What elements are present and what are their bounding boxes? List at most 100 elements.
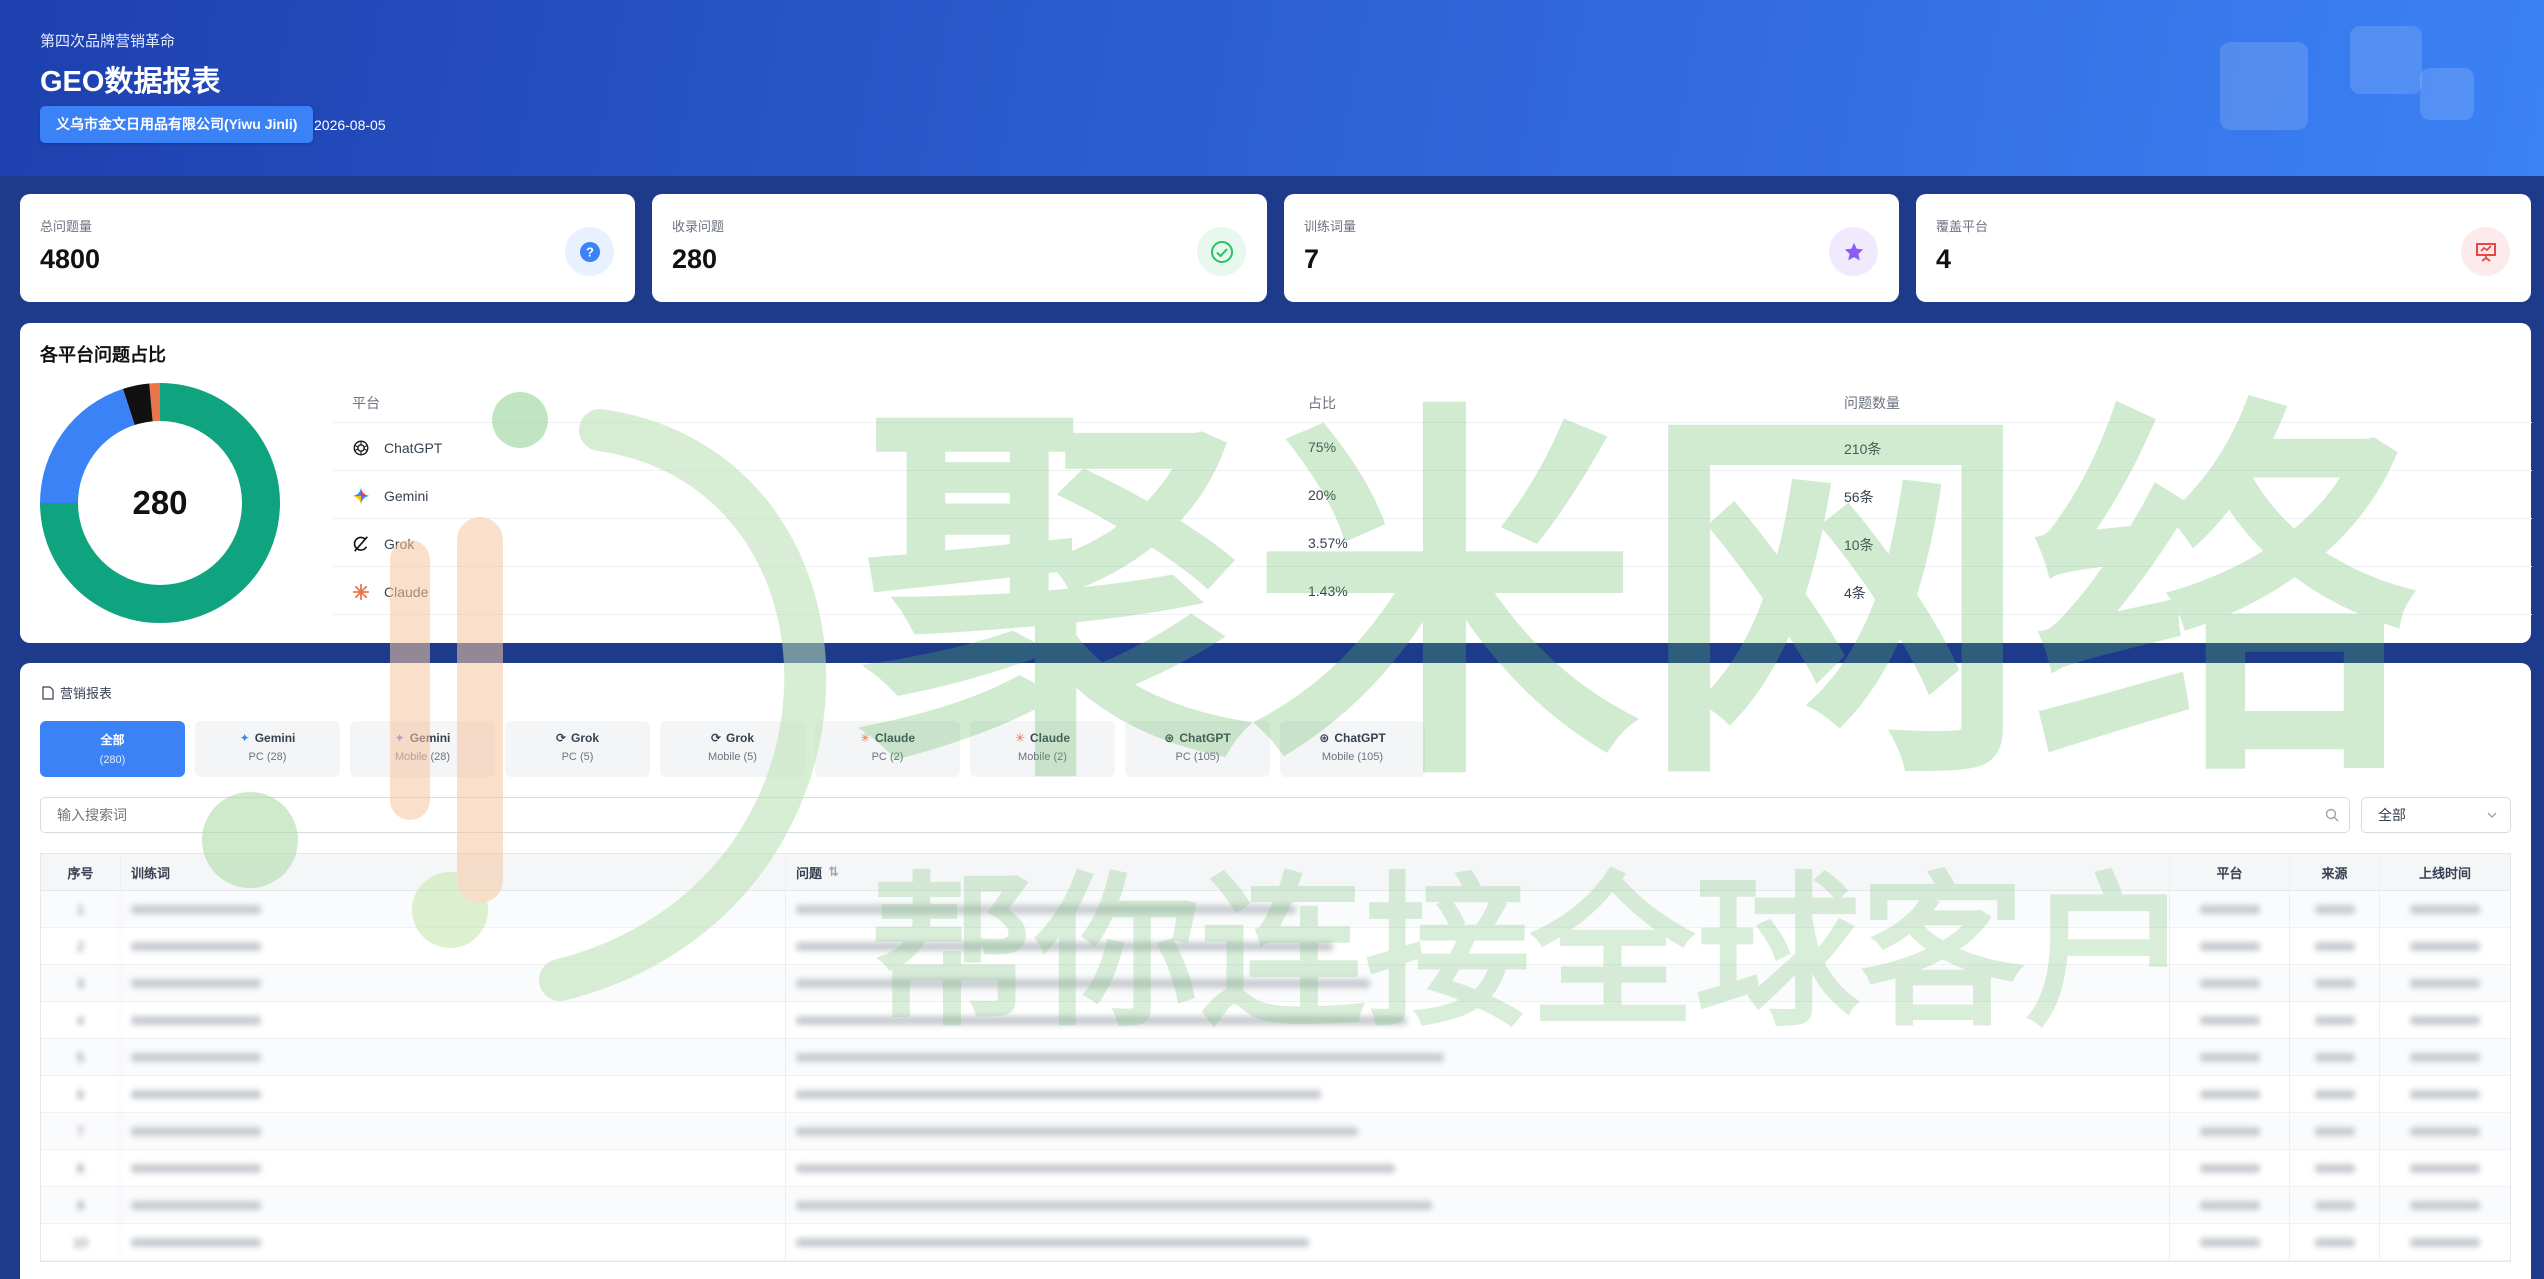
section-title: 各平台问题占比	[40, 345, 166, 365]
redacted-cell	[786, 965, 2170, 1001]
search-input[interactable]	[41, 798, 2349, 832]
row-index: 1	[41, 891, 121, 927]
redacted-text	[2314, 941, 2355, 951]
redacted-text	[2410, 1237, 2480, 1247]
redacted-text	[796, 1237, 1309, 1247]
redacted-cell	[121, 1113, 786, 1149]
tab-count: (28)	[266, 751, 287, 763]
document-icon	[42, 685, 54, 700]
tab-count: (280)	[99, 754, 126, 766]
report-table: 序号 训练词 问题 ⇅ 平台 来源 上线时间 1 2 3 4 5 6 7 8 9 10	[40, 853, 2511, 1262]
sort-icon[interactable]: ⇅	[828, 864, 839, 880]
stat-value: 7	[1304, 244, 1320, 274]
redacted-cell	[2380, 1039, 2510, 1075]
redacted-cell	[2290, 891, 2380, 927]
row-index: 9	[41, 1187, 121, 1223]
tab-chatgpt-pc[interactable]: ⊛ ChatGPT PC (105)	[1125, 721, 1270, 777]
table-row[interactable]: 5	[41, 1039, 2510, 1076]
redacted-text	[2199, 1200, 2260, 1210]
table-row[interactable]: 2	[41, 928, 2510, 965]
header-banner: 第四次品牌营销革命 GEO数据报表 义乌市金文日用品有限公司(Yiwu Jinl…	[0, 0, 2544, 176]
platform-share: 20%	[1308, 487, 1337, 503]
platform-share: 1.43%	[1308, 583, 1348, 599]
table-row[interactable]: 1	[41, 891, 2510, 928]
platform-filter-select[interactable]: 全部	[2361, 797, 2511, 833]
redacted-cell	[2290, 1002, 2380, 1038]
tab-claude-pc[interactable]: ✳ Claude PC (2)	[815, 721, 960, 777]
stat-value: 280	[672, 244, 718, 274]
tab-gemini-pc[interactable]: ✦ Gemini PC (28)	[195, 721, 340, 777]
redacted-text	[796, 978, 1370, 988]
redacted-text	[2199, 904, 2260, 914]
stat-card-indexed-questions: 收录问题 280	[652, 194, 1267, 302]
row-index: 5	[41, 1039, 121, 1075]
redacted-cell	[2380, 965, 2510, 1001]
stat-value: 4	[1936, 244, 1952, 274]
tab-chatgpt-mobile[interactable]: ⊛ ChatGPT Mobile (105)	[1280, 721, 1425, 777]
col-online-time: 上线时间	[2418, 865, 2471, 881]
platform-cell: Grok	[352, 535, 414, 553]
stat-label: 训练词量	[1304, 219, 1357, 234]
redacted-cell	[121, 1187, 786, 1223]
report-title: 营销报表	[42, 683, 112, 702]
redacted-text	[2199, 1237, 2260, 1247]
gemini-icon: ✦	[394, 731, 405, 745]
company-button[interactable]: 义乌市金文日用品有限公司(Yiwu Jinli)	[40, 106, 314, 143]
tab-device: Mobile	[1321, 751, 1355, 763]
redacted-cell	[2380, 1150, 2510, 1186]
table-row[interactable]: 6	[41, 1076, 2510, 1113]
page-title: GEO数据报表	[40, 66, 221, 98]
platform-name: Grok	[384, 536, 415, 552]
platform-count: 10条	[1844, 537, 1874, 553]
redacted-text	[2410, 1052, 2480, 1062]
tab-label: Grok	[726, 731, 755, 745]
platform-row-claude: Claude 1.43% 4条	[332, 567, 2532, 615]
redacted-text	[2314, 1126, 2355, 1136]
redacted-text	[2314, 1200, 2355, 1210]
table-row[interactable]: 9	[41, 1187, 2510, 1224]
redacted-cell	[2380, 1187, 2510, 1223]
tab-device: Mobile	[708, 751, 741, 763]
check-circle-icon	[1197, 227, 1246, 276]
redacted-cell	[2170, 1076, 2290, 1112]
tab-label: Claude	[875, 731, 916, 745]
grok-icon: ⟳	[710, 731, 722, 745]
tab-device: PC	[561, 751, 577, 763]
redacted-cell	[2170, 891, 2290, 927]
tab-all[interactable]: 全部 (280)	[40, 721, 185, 777]
col-question[interactable]: 问题 ⇅	[786, 854, 2170, 890]
tab-gemini-mobile[interactable]: ✦ Gemini Mobile (28)	[350, 721, 495, 777]
tab-label: Grok	[571, 731, 600, 745]
tab-grok-pc[interactable]: ⟳ Grok PC (5)	[505, 721, 650, 777]
redacted-cell	[121, 1039, 786, 1075]
redacted-text	[131, 904, 261, 914]
table-row[interactable]: 3	[41, 965, 2510, 1002]
table-row[interactable]: 4	[41, 1002, 2510, 1039]
search-icon[interactable]	[2325, 808, 2339, 822]
redacted-text	[2314, 904, 2355, 914]
table-row[interactable]: 10	[41, 1224, 2510, 1261]
redacted-cell	[2170, 1150, 2290, 1186]
row-index: 2	[41, 928, 121, 964]
report-table-header: 序号 训练词 问题 ⇅ 平台 来源 上线时间	[41, 854, 2510, 891]
redacted-text	[2410, 941, 2480, 951]
redacted-text	[131, 941, 261, 951]
stat-label: 覆盖平台	[1936, 219, 1989, 234]
table-row[interactable]: 8	[41, 1150, 2510, 1187]
claude-icon: ✳	[859, 731, 871, 745]
tab-claude-mobile[interactable]: ✳ Claude Mobile (2)	[970, 721, 1115, 777]
svg-text:?: ?	[586, 244, 594, 259]
tab-grok-mobile[interactable]: ⟳ Grok Mobile (5)	[660, 721, 805, 777]
stat-value: 4800	[40, 244, 101, 274]
tab-count: (105)	[1357, 751, 1384, 763]
platform-name: ChatGPT	[384, 440, 443, 456]
redacted-cell	[786, 1150, 2170, 1186]
redacted-cell	[786, 928, 2170, 964]
table-row[interactable]: 7	[41, 1113, 2510, 1150]
redacted-cell	[2290, 1113, 2380, 1149]
tab-count: (5)	[579, 751, 594, 763]
redacted-cell	[2170, 1002, 2290, 1038]
redacted-cell	[786, 1224, 2170, 1260]
redacted-text	[796, 904, 1296, 914]
tab-device: PC	[248, 751, 264, 763]
